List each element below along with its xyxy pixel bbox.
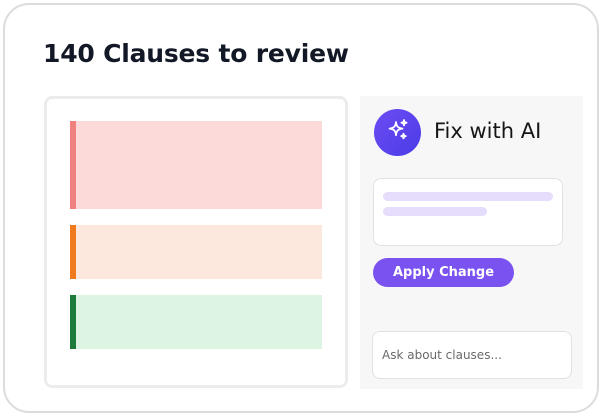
- ask-clauses-input[interactable]: [372, 331, 572, 379]
- clause-highlight-low[interactable]: [70, 295, 322, 349]
- ai-avatar: [374, 109, 421, 156]
- apply-change-button[interactable]: Apply Change: [373, 258, 514, 287]
- sparkles-icon: [385, 117, 411, 148]
- clause-review-card: 140 Clauses to review Fix with AI Apply …: [3, 3, 599, 413]
- loading-skeleton-line: [383, 192, 553, 201]
- document-preview: [44, 96, 348, 388]
- page-title: 140 Clauses to review: [43, 39, 349, 68]
- clause-highlight-high[interactable]: [70, 121, 322, 209]
- ai-suggestion-box: [373, 178, 563, 246]
- loading-skeleton-line: [383, 207, 487, 216]
- ai-panel-title: Fix with AI: [434, 119, 542, 143]
- ai-assistant-panel: Fix with AI Apply Change: [360, 96, 583, 389]
- clause-highlight-medium[interactable]: [70, 225, 322, 279]
